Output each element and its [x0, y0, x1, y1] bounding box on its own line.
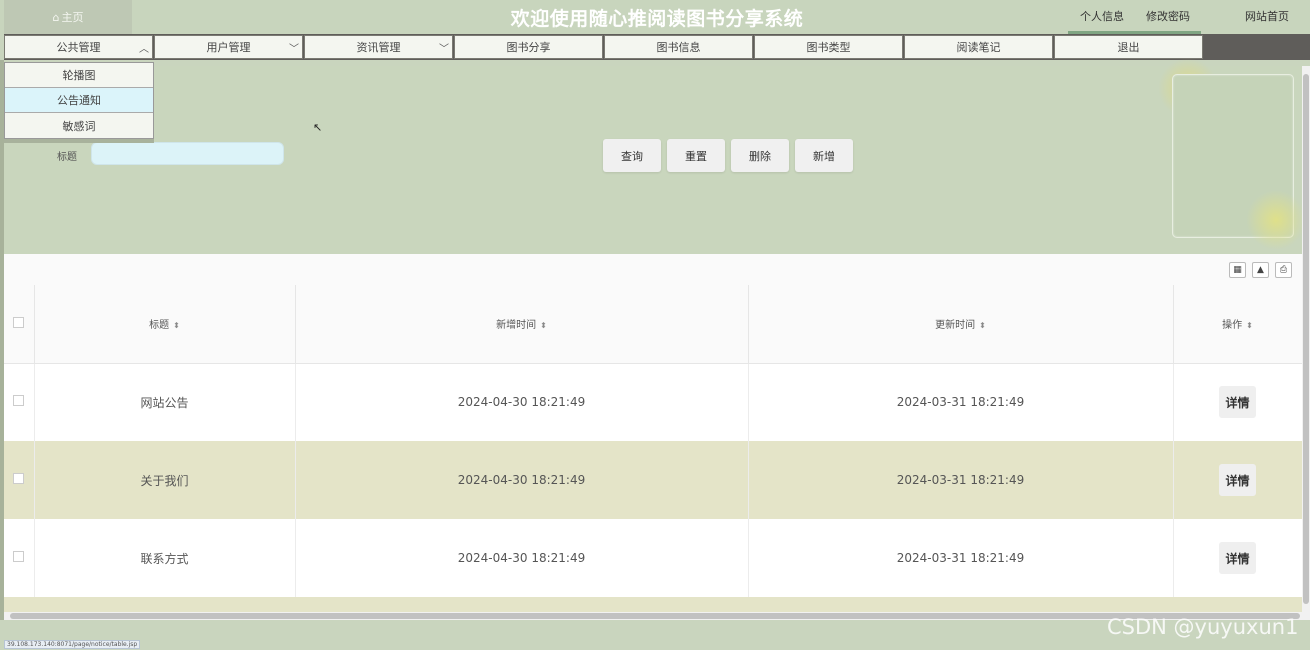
nav-item-label: 用户管理 — [206, 41, 251, 54]
cell-updated: 2024-03-31 18:21:49 — [748, 363, 1174, 441]
column-header-title[interactable]: 标题 ⬍ — [34, 285, 296, 364]
home-button[interactable]: ⌂ 主页 — [4, 0, 132, 34]
cell-title: 网站公告 — [34, 363, 296, 441]
query-button[interactable]: 查询 — [603, 139, 661, 172]
reset-button[interactable]: 重置 — [667, 139, 725, 172]
notice-table: 标题 ⬍ 新增时间 ⬍ 更新时间 ⬍ 操作 ⬍ 网站公告 2024-04-30 18:2… — [4, 285, 1302, 597]
add-button[interactable]: 新增 — [795, 139, 853, 172]
nav-item-label: 资讯管理 — [356, 41, 401, 54]
nav-item-book-sharing[interactable]: 图书分享 — [454, 35, 603, 59]
nav-item-book-info[interactable]: 图书信息 — [604, 35, 753, 59]
nav-item-logout[interactable]: 退出 — [1054, 35, 1203, 59]
nav-item-label: 公共管理 — [56, 41, 101, 54]
cell-created: 2024-04-30 18:21:49 — [295, 363, 749, 441]
site-home-link[interactable]: 网站首页 — [1245, 8, 1289, 24]
change-password-link[interactable]: 修改密码 — [1146, 8, 1190, 24]
column-header-updated[interactable]: 更新时间 ⬍ — [748, 285, 1174, 364]
scrollbar-thumb[interactable] — [1303, 74, 1309, 604]
table-row: 网站公告 2024-04-30 18:21:49 2024-03-31 18:2… — [4, 363, 1302, 441]
chevron-up-icon: ︿ — [139, 44, 149, 55]
nav-item-user-management[interactable]: 用户管理 ﹀ — [154, 35, 303, 59]
nav-item-news-management[interactable]: 资讯管理 ﹀ — [304, 35, 453, 59]
cell-updated: 2024-03-31 18:21:49 — [748, 519, 1174, 597]
cell-title: 关于我们 — [34, 441, 296, 519]
nav-item-reading-notes[interactable]: 阅读笔记 — [904, 35, 1053, 59]
vertical-scrollbar[interactable] — [1302, 66, 1310, 612]
print-icon[interactable]: ⎙ — [1275, 262, 1292, 278]
detail-button[interactable]: 详情 — [1219, 464, 1256, 496]
row-checkbox[interactable] — [13, 395, 25, 407]
public-management-dropdown: 轮播图 公告通知 敏感词 — [4, 62, 154, 139]
column-header-action[interactable]: 操作 ⬍ — [1173, 285, 1302, 364]
cell-created: 2024-04-30 18:21:49 — [295, 441, 749, 519]
dropdown-shadow — [4, 139, 154, 143]
top-header: ⌂ 主页 欢迎使用随心推阅读图书分享系统 个人信息 修改密码 网站首页 — [0, 0, 1310, 34]
profile-link[interactable]: 个人信息 — [1080, 8, 1124, 24]
column-header-created[interactable]: 新增时间 ⬍ — [295, 285, 749, 364]
table-row-partial — [4, 597, 1302, 612]
table-toolbar: ▦ ▲ ⎙ — [1229, 262, 1292, 278]
table-row: 联系方式 2024-04-30 18:21:49 2024-03-31 18:2… — [4, 519, 1302, 597]
select-all-cell — [4, 285, 35, 364]
home-icon: ⌂ — [52, 10, 60, 24]
title-field-label: 标题 — [57, 152, 77, 163]
export-icon[interactable]: ▲ — [1252, 262, 1269, 278]
dropdown-item-notice[interactable]: 公告通知 — [5, 88, 153, 113]
nav-item-label: 图书分享 — [506, 41, 551, 54]
sort-icon[interactable]: ⬍ — [173, 321, 180, 330]
nav-item-public-management[interactable]: 公共管理 ︿ — [4, 35, 153, 59]
cell-updated: 2024-03-31 18:21:49 — [748, 441, 1174, 519]
detail-button[interactable]: 详情 — [1219, 542, 1256, 574]
decorative-glow — [1246, 190, 1306, 250]
sort-icon[interactable]: ⬍ — [540, 321, 547, 330]
row-checkbox[interactable] — [13, 473, 25, 484]
cell-created: 2024-04-30 18:21:49 — [295, 519, 749, 597]
title-search-input[interactable] — [91, 142, 284, 165]
home-label: 主页 — [61, 11, 84, 24]
data-table-panel: ▦ ▲ ⎙ 标题 ⬍ 新增时间 ⬍ 更新时间 ⬍ 操作 ⬍ 网站公告 2024-04 — [4, 254, 1302, 612]
columns-icon[interactable]: ▦ — [1229, 262, 1246, 278]
watermark: CSDN @yuyuxun1 — [1107, 615, 1299, 639]
table-header-row: 标题 ⬍ 新增时间 ⬍ 更新时间 ⬍ 操作 ⬍ — [4, 285, 1302, 364]
site-title: 欢迎使用随心推阅读图书分享系统 — [510, 8, 804, 30]
nav-item-label: 图书信息 — [656, 41, 701, 54]
select-all-checkbox[interactable] — [13, 316, 25, 328]
mouse-cursor-icon: ↖ — [313, 121, 323, 134]
nav-item-book-type[interactable]: 图书类型 — [754, 35, 903, 59]
detail-button[interactable]: 详情 — [1219, 386, 1256, 419]
dropdown-item-carousel[interactable]: 轮播图 — [5, 63, 153, 88]
delete-button[interactable]: 删除 — [731, 139, 789, 172]
nav-item-label: 退出 — [1117, 41, 1140, 54]
row-checkbox[interactable] — [13, 551, 25, 562]
sort-icon[interactable]: ⬍ — [1246, 321, 1253, 330]
sort-icon[interactable]: ⬍ — [979, 321, 986, 330]
table-row: 关于我们 2024-04-30 18:21:49 2024-03-31 18:2… — [4, 441, 1302, 519]
status-url: 39.108.173.140:8071/page/notice/table.js… — [4, 640, 141, 649]
nav-item-label: 图书类型 — [806, 41, 851, 54]
chevron-down-icon: ﹀ — [289, 44, 299, 55]
main-nav: 公共管理 ︿ 用户管理 ﹀ 资讯管理 ﹀ 图书分享 图书信息 图书类型 阅读笔记… — [4, 34, 1310, 60]
chevron-down-icon: ﹀ — [439, 44, 449, 55]
dropdown-item-sensitive-words[interactable]: 敏感词 — [5, 113, 153, 138]
cell-title: 联系方式 — [34, 519, 296, 597]
nav-item-label: 阅读笔记 — [956, 41, 1001, 54]
